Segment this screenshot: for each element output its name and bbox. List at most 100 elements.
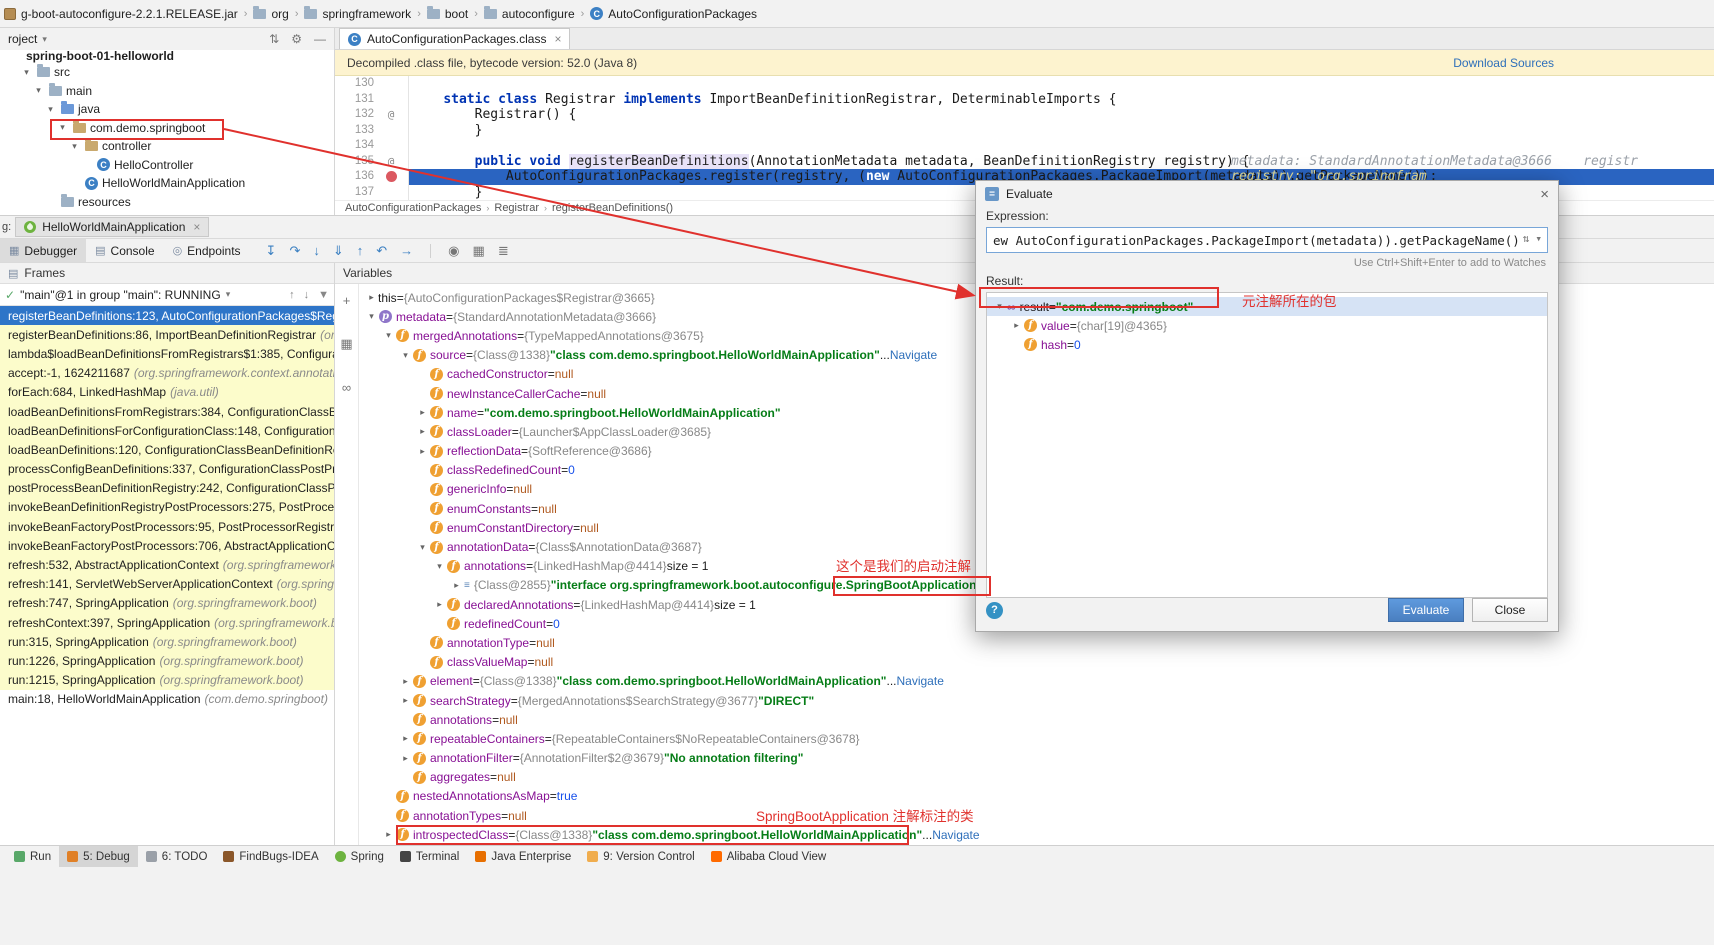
close-button[interactable]: Close (1472, 598, 1548, 622)
close-icon[interactable]: × (554, 32, 561, 46)
project-tree-item[interactable]: ▾ com.demo.springboot (0, 119, 334, 138)
toolwindow-button-findbugs-idea[interactable]: FindBugs-IDEA (215, 846, 326, 867)
expand-toggle[interactable]: ▸ (416, 426, 429, 437)
variable-row[interactable]: f classValueMap = null (359, 653, 1714, 672)
breadcrumb-item[interactable]: registerBeanDefinitions() (552, 202, 673, 214)
expand-toggle[interactable]: ▸ (399, 676, 412, 687)
project-tree-item[interactable]: ▾ java (0, 100, 334, 119)
stack-frame[interactable]: refresh:532, AbstractApplicationContext(… (0, 555, 334, 575)
table-view-icon[interactable]: ▦ (473, 243, 485, 259)
step-into-icon[interactable]: ↓ (313, 243, 320, 258)
navigate-link[interactable]: Navigate (932, 828, 979, 842)
step-out-icon[interactable]: ↑ (357, 243, 364, 258)
stack-frame[interactable]: loadBeanDefinitionsFromRegistrars:384, C… (0, 401, 334, 422)
navigate-link[interactable]: Navigate (890, 348, 937, 362)
expand-toggle[interactable]: ▾ (399, 350, 412, 361)
variable-row[interactable]: ▸ f repeatableContainers = {RepeatableCont… (359, 729, 1714, 748)
stack-frame[interactable]: loadBeanDefinitions:120, ConfigurationCl… (0, 440, 334, 460)
expand-toggle[interactable]: ▸ (365, 292, 378, 303)
drop-frame-icon[interactable]: ↶ (376, 243, 387, 259)
stack-frame[interactable]: run:1226, SpringApplication (org.springfr… (0, 651, 334, 671)
next-frame-icon[interactable]: ↓ (304, 289, 310, 301)
variable-row[interactable]: ▸ f introspectedClass = {Class@1338} "clas… (359, 825, 1714, 844)
project-tree-item[interactable]: C HelloWorldMainApplication (0, 174, 334, 193)
evaluate-button[interactable]: Evaluate (1388, 598, 1464, 622)
show-execution-point-icon[interactable]: ↧ (266, 243, 277, 259)
stack-frame[interactable]: postProcessBeanDefinitionRegistry:242, C… (0, 478, 334, 498)
variable-row[interactable]: f annotations = null (359, 710, 1714, 729)
gear-icon[interactable]: ⚙ (291, 32, 302, 46)
watches-icon[interactable]: ∞ (342, 380, 351, 395)
download-sources-link[interactable]: Download Sources (1453, 56, 1554, 70)
stack-frame[interactable]: registerBeanDefinitions:86, ImportBeanDe… (0, 325, 334, 345)
close-icon[interactable]: × (193, 220, 200, 234)
thread-selector[interactable]: ✓ "main"@1 in group "main": RUNNING ▾ ↑ … (0, 284, 334, 306)
project-tree-item[interactable]: ▾ src (0, 63, 334, 82)
expand-toggle[interactable]: ▸ (433, 599, 446, 610)
variable-row[interactable]: ▸ f value = {char[19]@4365} (987, 316, 1547, 335)
breadcrumb-item[interactable]: org (251, 5, 290, 21)
expand-toggle[interactable]: ▾ (382, 330, 395, 341)
breadcrumb-item[interactable]: C AutoConfigurationPackages (588, 7, 759, 21)
tree-toggle[interactable]: ▾ (44, 104, 57, 115)
variable-row[interactable]: f nestedAnnotationsAsMap = true (359, 787, 1714, 806)
stack-frame[interactable]: main:18, HelloWorldMainApplication (com.d… (0, 690, 334, 709)
tree-toggle[interactable]: ▾ (32, 85, 45, 96)
expand-toggle[interactable]: ▾ (365, 311, 378, 322)
close-icon[interactable]: × (1540, 186, 1549, 203)
navigate-link[interactable]: Navigate (897, 674, 944, 688)
breadcrumb-item[interactable]: Registrar (494, 202, 539, 214)
stack-frame[interactable]: refresh:747, SpringApplication (org.sprin… (0, 593, 334, 613)
breadcrumb-item[interactable]: autoconfigure (482, 5, 577, 21)
toolwindow-button-spring[interactable]: Spring (327, 846, 392, 867)
stack-frame[interactable]: processConfigBeanDefinitions:337, Config… (0, 459, 334, 479)
expand-toggle[interactable]: ▸ (416, 446, 429, 457)
stack-frame[interactable]: forEach:684, LinkedHashMap (java.util) (0, 382, 334, 402)
scroll-from-source-icon[interactable]: ⇅ (269, 32, 279, 46)
project-panel-title[interactable]: roject (8, 32, 37, 46)
chevron-down-icon[interactable]: ▾ (42, 34, 47, 45)
stack-frame[interactable]: invokeBeanDefinitionRegistryPostProcesso… (0, 497, 334, 518)
breadcrumb-item[interactable]: boot (425, 5, 470, 21)
code-text[interactable]: Registrar() { (409, 107, 1714, 123)
toolwindow-button-5-debug[interactable]: 5: Debug (59, 846, 138, 867)
stack-frame[interactable]: invokeBeanFactoryPostProcessors:95, Post… (0, 517, 334, 537)
toolwindow-button-alibaba-cloud-view[interactable]: Alibaba Cloud View (703, 846, 835, 867)
expand-editor-icon[interactable]: ⇅ (1523, 232, 1530, 245)
expand-toggle[interactable]: ▸ (399, 733, 412, 744)
variable-row[interactable]: ▸ f annotationFilter = {AnnotationFilter$2… (359, 749, 1714, 768)
expand-toggle[interactable]: ▾ (416, 542, 429, 553)
stack-frame[interactable]: run:1215, SpringApplication (org.springfr… (0, 670, 334, 690)
variable-row[interactable]: f hash = 0 (987, 335, 1547, 354)
stack-frame[interactable]: loadBeanDefinitionsForConfigurationClass… (0, 421, 334, 441)
expand-toggle[interactable]: ▸ (399, 753, 412, 764)
variable-row[interactable]: ▸ f searchStrategy = {MergedAnnotations$Se… (359, 691, 1714, 710)
stack-frame[interactable]: invokeBeanFactoryPostProcessors:706, Abs… (0, 536, 334, 556)
project-tree-item[interactable]: ▾ controller (0, 137, 334, 156)
expand-toggle[interactable]: ▸ (399, 695, 412, 706)
toolwindow-button-run[interactable]: Run (6, 846, 59, 867)
stack-frame[interactable]: lambda$loadBeanDefinitionsFromRegistrars… (0, 344, 334, 364)
breadcrumb-item[interactable]: springframework (302, 5, 413, 21)
expression-input[interactable]: ew AutoConfigurationPackages.PackageImpo… (986, 227, 1548, 253)
tree-toggle[interactable]: ▾ (68, 141, 81, 152)
chevron-down-icon[interactable]: ▾ (226, 289, 231, 300)
run-to-cursor-icon[interactable]: → (400, 243, 413, 258)
breakpoint-icon[interactable] (385, 171, 397, 183)
code-text[interactable]: } (409, 123, 1714, 139)
debug-session-tab[interactable]: HelloWorldMainApplication × (15, 217, 210, 237)
expand-toggle[interactable]: ▸ (450, 580, 463, 591)
toolwindow-button-terminal[interactable]: Terminal (392, 846, 467, 867)
previous-frame-icon[interactable]: ↑ (289, 289, 295, 301)
tab-endpoints[interactable]: ◎ Endpoints (164, 239, 250, 262)
expand-toggle[interactable]: ▾ (433, 561, 446, 572)
expand-toggle[interactable]: ▸ (382, 829, 395, 840)
toolwindow-button-9-version-control[interactable]: 9: Version Control (579, 846, 702, 867)
tab-console[interactable]: ▤ Console (86, 239, 163, 262)
settings-menu-icon[interactable]: ≣ (498, 243, 509, 259)
variable-row[interactable]: f annotationTypes = null (359, 806, 1714, 825)
help-icon[interactable]: ? (986, 601, 1003, 619)
filter-frames-icon[interactable]: ▼ (318, 289, 329, 301)
project-root[interactable]: spring-boot-01-helloworld (0, 50, 334, 63)
add-watch-icon[interactable]: + (343, 293, 351, 308)
